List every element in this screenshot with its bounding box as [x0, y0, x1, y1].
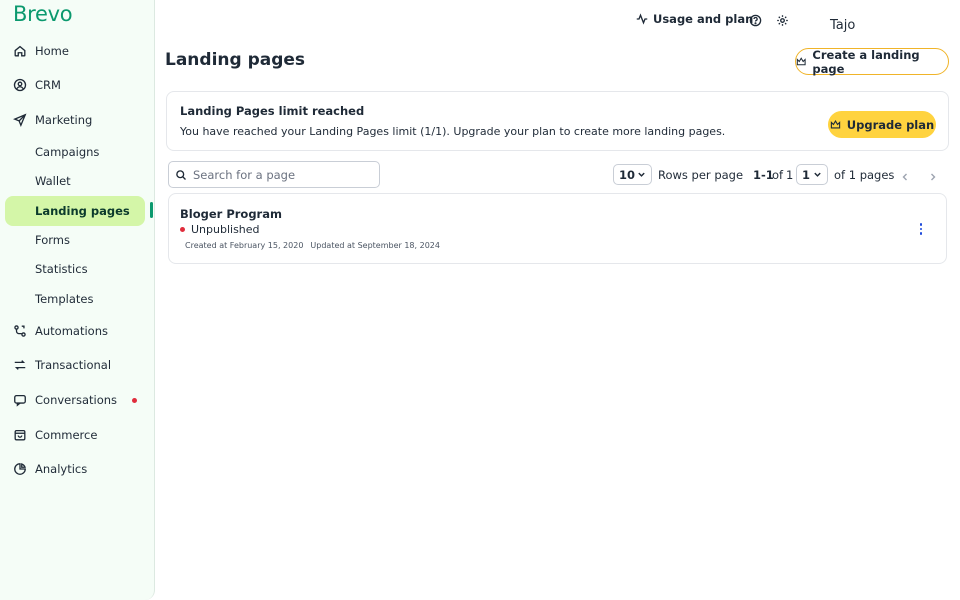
sidebar: Brevo Home CRM Marketing Campaigns Walle…	[0, 0, 155, 600]
search-input[interactable]	[193, 167, 373, 182]
transactional-icon	[13, 358, 27, 372]
active-indicator	[150, 202, 153, 218]
sidebar-item-label: Commerce	[35, 428, 98, 442]
settings-button[interactable]	[776, 12, 789, 26]
upgrade-button-label: Upgrade plan	[846, 117, 935, 132]
sidebar-item-transactional[interactable]: Transactional	[5, 350, 145, 380]
search-icon	[176, 169, 186, 180]
chat-icon	[13, 393, 27, 407]
alert-text: You have reached your Landing Pages limi…	[180, 125, 726, 138]
sidebar-item-label: Statistics	[35, 262, 88, 276]
sidebar-item-templates[interactable]: Templates	[5, 284, 145, 314]
created-date: Created at February 15, 2020	[185, 241, 304, 250]
sidebar-item-campaigns[interactable]: Campaigns	[5, 137, 145, 167]
user-menu[interactable]: Tajo	[830, 18, 855, 33]
page-title: Landing pages	[165, 50, 306, 70]
sidebar-item-label: Forms	[35, 233, 70, 247]
limit-reached-alert: Landing Pages limit reached You have rea…	[166, 91, 949, 151]
previous-page-button[interactable]	[899, 168, 911, 181]
sidebar-item-label: Transactional	[35, 358, 112, 372]
sidebar-item-automations[interactable]: Automations	[5, 316, 145, 346]
sidebar-item-analytics[interactable]: Analytics	[5, 454, 145, 484]
sidebar-item-label: Campaigns	[35, 145, 100, 159]
sidebar-item-home[interactable]: Home	[5, 36, 145, 66]
sidebar-item-forms[interactable]: Forms	[5, 225, 145, 255]
help-circle-icon	[749, 14, 762, 27]
kebab-dot	[919, 232, 923, 235]
create-landing-page-button[interactable]: Create a landing page	[795, 47, 949, 76]
automation-icon	[13, 324, 27, 338]
sidebar-item-marketing[interactable]: Marketing	[5, 105, 145, 135]
sidebar-item-wallet[interactable]: Wallet	[5, 166, 145, 196]
total-pages-label: of 1 pages	[834, 168, 895, 182]
status-text: Unpublished	[191, 223, 260, 236]
sidebar-item-label: Wallet	[35, 174, 71, 188]
alert-title: Landing Pages limit reached	[180, 104, 365, 118]
notification-dot	[132, 397, 137, 403]
chevron-down-icon	[638, 172, 645, 177]
landing-page-name[interactable]: Bloger Program	[180, 207, 282, 221]
usage-and-plan-button[interactable]: Usage and plan	[636, 11, 753, 27]
bag-icon	[13, 428, 27, 442]
page-number-value: 1	[802, 167, 811, 182]
upgrade-plan-button[interactable]: Upgrade plan	[828, 111, 936, 138]
total-count: 1	[786, 168, 794, 182]
sidebar-item-statistics[interactable]: Statistics	[5, 254, 145, 284]
brevo-logo[interactable]: Brevo	[13, 2, 73, 26]
sidebar-item-label: Automations	[35, 324, 108, 338]
kebab-dot	[919, 227, 923, 231]
sidebar-item-label: CRM	[35, 78, 61, 92]
sidebar-item-crm[interactable]: CRM	[5, 70, 145, 100]
send-icon	[13, 113, 27, 127]
sidebar-item-label: Analytics	[35, 462, 88, 476]
pie-chart-icon	[13, 462, 27, 476]
sidebar-item-label: Landing pages	[35, 204, 130, 218]
chevron-down-icon	[814, 172, 821, 177]
crown-icon	[796, 57, 806, 66]
chevron-left-icon	[902, 173, 907, 181]
usage-label: Usage and plan	[653, 12, 754, 26]
of-label: of	[772, 168, 784, 182]
range-indicator: 1-1	[753, 168, 774, 182]
page-number-select[interactable]: 1	[796, 164, 828, 185]
gear-icon	[777, 15, 788, 26]
sidebar-item-landing-pages[interactable]: Landing pages	[5, 196, 145, 226]
sidebar-item-label: Conversations	[35, 393, 118, 407]
home-icon	[13, 44, 27, 58]
contacts-icon	[13, 78, 27, 92]
kebab-dot	[919, 223, 923, 226]
create-button-label: Create a landing page	[812, 47, 920, 76]
activity-icon	[636, 13, 648, 25]
next-page-button[interactable]	[927, 168, 939, 181]
crown-icon	[830, 119, 840, 129]
page-meta: Created at February 15, 2020 Updated at …	[185, 241, 440, 250]
sidebar-item-label: Templates	[35, 292, 94, 306]
rows-per-page-select[interactable]: 10	[613, 164, 652, 185]
help-button[interactable]	[749, 12, 762, 27]
sidebar-item-label: Home	[35, 44, 69, 58]
landing-page-card[interactable]: Bloger Program Unpublished Created at Fe…	[168, 193, 947, 264]
sidebar-item-commerce[interactable]: Commerce	[5, 420, 145, 450]
updated-date: Updated at September 18, 2024	[310, 241, 440, 250]
status-badge: Unpublished	[180, 223, 260, 236]
more-actions-button[interactable]	[916, 222, 926, 236]
sidebar-item-label: Marketing	[35, 113, 93, 127]
rows-per-page-label: Rows per page	[658, 168, 744, 182]
status-dot	[180, 227, 185, 232]
chevron-right-icon	[931, 173, 936, 181]
sidebar-item-conversations[interactable]: Conversations	[5, 385, 145, 415]
rows-per-page-value: 10	[619, 167, 636, 182]
search-box	[168, 161, 380, 188]
